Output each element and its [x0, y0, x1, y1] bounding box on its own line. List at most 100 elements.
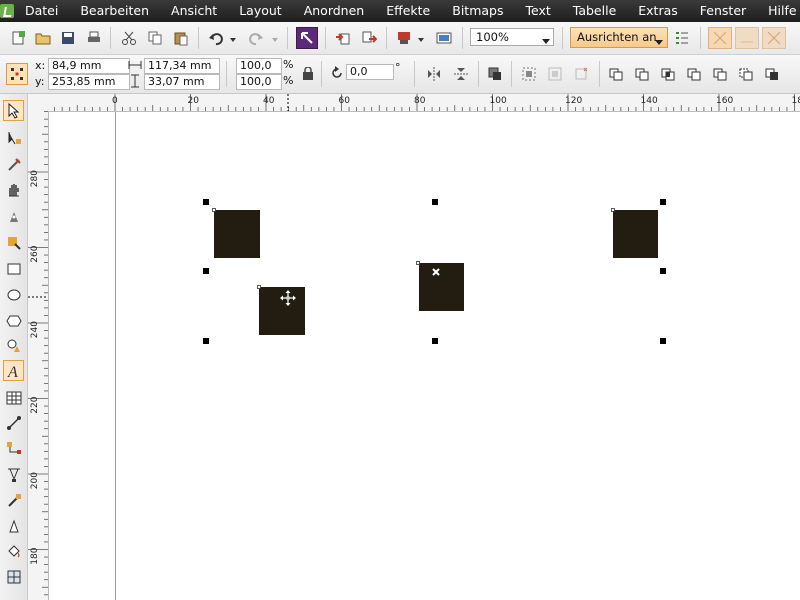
menu-ansicht[interactable]: Ansicht	[160, 0, 228, 22]
ellipse-tool-icon[interactable]	[3, 284, 24, 305]
zoom-combo[interactable]: 100%	[470, 28, 554, 46]
export-icon[interactable]	[359, 28, 379, 48]
zoom-dropdown-icon[interactable]	[542, 34, 550, 48]
paste-icon[interactable]	[171, 28, 191, 48]
eyedropper-tool-icon[interactable]	[3, 490, 24, 511]
interactive-fill-tool-icon[interactable]	[3, 566, 24, 587]
mirror-vertical-icon[interactable]	[451, 64, 471, 84]
pick-tool-icon[interactable]	[3, 100, 24, 121]
menu-hilfe[interactable]: Hilfe	[757, 0, 800, 22]
smart-fill-tool-icon[interactable]	[3, 231, 24, 252]
combine-icon[interactable]	[519, 64, 539, 84]
rectangle-tool-icon[interactable]	[3, 258, 24, 279]
polygon-tool-icon[interactable]	[3, 310, 24, 331]
undo-icon[interactable]	[206, 28, 226, 48]
dimension-tool-icon[interactable]	[3, 412, 24, 433]
object-origin-icon[interactable]	[6, 63, 28, 85]
menu-datei[interactable]: Datei	[14, 0, 69, 22]
guidelines-icon[interactable]	[708, 27, 732, 49]
snap-dropdown-icon[interactable]	[655, 35, 663, 49]
selection-handle-middle-left[interactable]	[203, 268, 209, 274]
redo-icon[interactable]	[246, 28, 266, 48]
dynamic-guides-icon[interactable]	[735, 27, 759, 49]
menu-extras[interactable]: Extras	[627, 0, 689, 22]
welcome-screen-icon[interactable]	[434, 28, 454, 48]
publish-dropdown-icon[interactable]	[416, 30, 426, 50]
selection-handle-bottom-right[interactable]	[660, 338, 666, 344]
cut-icon[interactable]	[119, 28, 139, 48]
menu-bearbeiten[interactable]: Bearbeiten	[69, 0, 160, 22]
publish-pdf-icon[interactable]	[394, 28, 414, 48]
node-handle[interactable]	[611, 208, 615, 212]
ruler-h-label: 140	[641, 96, 658, 106]
menu-anordnen[interactable]: Anordnen	[293, 0, 376, 22]
alignment-guides-icon[interactable]	[762, 27, 786, 49]
selection-handle-top-center[interactable]	[432, 199, 438, 205]
menu-layout[interactable]: Layout	[228, 0, 293, 22]
crop-tool-icon[interactable]	[3, 154, 24, 175]
scale-x-field[interactable]: 100,0	[236, 58, 282, 74]
y-position-field[interactable]: 253,85 mm	[48, 74, 130, 90]
drawing-canvas[interactable]	[49, 112, 800, 600]
vertical-ruler[interactable]: 280 260 240 220 200 180	[28, 111, 49, 600]
basic-shapes-tool-icon[interactable]	[3, 335, 24, 356]
open-icon[interactable]	[33, 28, 53, 48]
menu-effekte[interactable]: Effekte	[375, 0, 441, 22]
horizontal-ruler[interactable]: 0 20 40 60 80 100 120 140 160 180	[48, 94, 800, 112]
outline-pen-tool-icon[interactable]	[3, 515, 24, 536]
front-minus-back-icon[interactable]	[710, 64, 730, 84]
menu-text[interactable]: Text	[514, 0, 561, 22]
text-tool-icon[interactable]: A	[3, 360, 24, 381]
import-icon[interactable]	[333, 28, 353, 48]
create-boundary-icon[interactable]	[762, 64, 782, 84]
selection-handle-middle-right[interactable]	[660, 268, 666, 274]
copy-icon[interactable]	[145, 28, 165, 48]
table-tool-icon[interactable]	[3, 387, 24, 408]
node-handle[interactable]	[212, 208, 216, 212]
menu-fenster[interactable]: Fenster	[689, 0, 757, 22]
redo-dropdown-icon[interactable]	[270, 30, 280, 50]
snap-options-icon[interactable]	[672, 28, 692, 48]
selection-handle-top-right[interactable]	[660, 199, 666, 205]
node-handle[interactable]	[257, 285, 261, 289]
launcher-icon[interactable]	[296, 27, 318, 49]
print-icon[interactable]	[84, 28, 104, 48]
selection-handle-top-left[interactable]	[203, 199, 209, 205]
square-object-2[interactable]	[259, 287, 305, 335]
intersect-icon[interactable]	[658, 64, 678, 84]
x-position-field[interactable]: 84,9 mm	[48, 58, 130, 74]
rotation-field[interactable]: 0,0	[346, 64, 394, 80]
weld-icon[interactable]	[606, 64, 626, 84]
mirror-horizontal-icon[interactable]	[424, 64, 444, 84]
width-field[interactable]: 117,34 mm	[144, 58, 220, 74]
connector-tool-icon[interactable]	[3, 438, 24, 459]
fill-tool-icon[interactable]	[3, 540, 24, 561]
trim-icon[interactable]	[632, 64, 652, 84]
square-object-1[interactable]	[214, 210, 260, 258]
undo-dropdown-icon[interactable]	[228, 30, 238, 50]
break-apart-icon[interactable]	[545, 64, 565, 84]
node-handle[interactable]	[416, 261, 420, 265]
group-icon[interactable]	[485, 64, 505, 84]
simplify-icon[interactable]	[684, 64, 704, 84]
save-icon[interactable]	[58, 28, 78, 48]
freehand-tool-icon[interactable]	[3, 205, 24, 226]
selection-handle-bottom-center[interactable]	[432, 338, 438, 344]
ungroup-icon[interactable]	[571, 64, 591, 84]
scale-y-field[interactable]: 100,0	[236, 74, 282, 90]
square-object-4[interactable]	[613, 210, 658, 258]
lock-ratio-icon[interactable]	[298, 64, 318, 84]
ruler-origin[interactable]	[28, 94, 49, 112]
menu-tabelle[interactable]: Tabelle	[562, 0, 628, 22]
back-minus-front-icon[interactable]	[736, 64, 756, 84]
menu-bitmaps[interactable]: Bitmaps	[441, 0, 514, 22]
new-document-icon[interactable]	[8, 28, 28, 48]
selection-handle-bottom-left[interactable]	[203, 338, 209, 344]
height-field[interactable]: 33,07 mm	[144, 74, 220, 90]
blend-tool-icon[interactable]	[3, 464, 24, 485]
square-object-3[interactable]	[419, 263, 464, 311]
pan-tool-icon[interactable]	[3, 179, 24, 200]
snap-to-button[interactable]: Ausrichten an	[570, 27, 668, 48]
shape-tool-icon[interactable]	[3, 127, 24, 148]
app-logo-icon	[0, 0, 14, 22]
